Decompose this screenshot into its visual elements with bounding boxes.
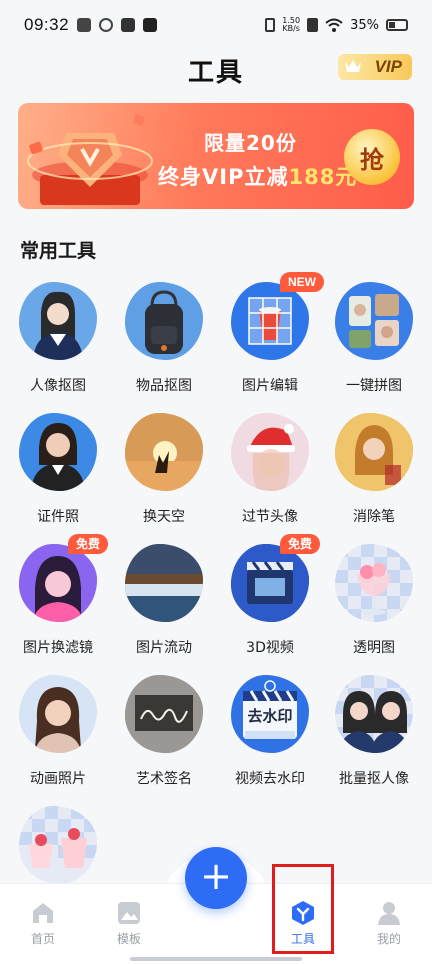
nav-home-label: 首页 bbox=[30, 932, 55, 946]
dessert-thumbnail bbox=[19, 806, 97, 884]
filter-thumbnail bbox=[19, 544, 97, 622]
tool-label: 动画照片 bbox=[30, 771, 86, 787]
tiktok-icon bbox=[143, 18, 158, 32]
tool-id-photo[interactable]: 证件照 bbox=[8, 413, 108, 533]
eraser-thumbnail bbox=[335, 413, 413, 491]
tool-label: 过节头像 bbox=[242, 509, 298, 525]
video-watermark-thumbnail: 去水印 bbox=[231, 675, 309, 753]
tool-art-signature[interactable]: 艺术签名 bbox=[114, 675, 214, 795]
image-flow-thumbnail bbox=[125, 544, 203, 622]
tool-image-flow[interactable]: 图片流动 bbox=[114, 544, 214, 664]
tool-label: 3D视频 bbox=[246, 640, 294, 656]
tool-label: 物品抠图 bbox=[136, 378, 192, 394]
vibrate-icon bbox=[265, 18, 276, 32]
nav-mine[interactable]: 我的 bbox=[354, 900, 424, 947]
3d-video-thumbnail bbox=[231, 544, 309, 622]
badge-free: 免费 bbox=[67, 534, 108, 554]
id-photo-thumbnail bbox=[19, 413, 97, 491]
transparent-image-thumbnail bbox=[335, 544, 413, 622]
sky-replace-thumbnail bbox=[125, 413, 203, 491]
nav-templates[interactable]: 模板 bbox=[94, 900, 164, 947]
tool-holiday-avatar[interactable]: 过节头像 bbox=[220, 413, 320, 533]
tool-filter[interactable]: 免费 图片换滤镜 bbox=[8, 534, 108, 664]
create-button[interactable]: + bbox=[185, 847, 247, 909]
badge-new: NEW bbox=[280, 272, 324, 292]
vip-button[interactable]: VIP bbox=[338, 54, 412, 80]
tool-label: 图片换滤镜 bbox=[23, 640, 93, 656]
section-title: 常用工具 bbox=[20, 240, 97, 262]
header: 工具 VIP bbox=[0, 50, 432, 90]
battery-icon bbox=[386, 19, 408, 31]
wifi-icon bbox=[325, 18, 343, 32]
tool-label: 图片编辑 bbox=[242, 378, 298, 394]
notification-icon bbox=[77, 18, 92, 32]
tool-label: 透明图 bbox=[353, 640, 395, 656]
badge-free: 免费 bbox=[279, 534, 320, 554]
tool-label: 证件照 bbox=[37, 509, 79, 525]
collage-thumbnail bbox=[335, 282, 413, 360]
net-speed-unit: KB/s bbox=[282, 24, 300, 33]
object-cutout-thumbnail bbox=[125, 282, 203, 360]
mail-icon bbox=[121, 18, 136, 32]
tool-collage[interactable]: 一键拼图 bbox=[324, 282, 424, 402]
net-speed: 1.50 KB/s bbox=[282, 17, 300, 33]
tool-label: 换天空 bbox=[143, 509, 185, 525]
sim-icon bbox=[307, 18, 319, 32]
gift-box-illustration bbox=[27, 114, 153, 205]
tool-portrait-cutout[interactable]: 人像抠图 bbox=[8, 282, 108, 402]
holiday-avatar-thumbnail bbox=[231, 413, 309, 491]
tool-label: 一键拼图 bbox=[346, 378, 402, 394]
banner-headline: 限量20份 bbox=[204, 131, 297, 155]
home-indicator[interactable] bbox=[130, 957, 302, 961]
watermark-text: 去水印 bbox=[247, 707, 293, 725]
vip-label: VIP bbox=[374, 57, 402, 76]
banner-subline: 终身VIP立减188元 bbox=[158, 161, 357, 191]
nav-mine-label: 我的 bbox=[376, 932, 401, 946]
grab-button[interactable]: 抢 bbox=[344, 129, 400, 185]
profile-icon bbox=[378, 902, 400, 925]
image-edit-thumbnail bbox=[231, 282, 309, 360]
template-icon bbox=[118, 902, 140, 924]
tool-label: 视频去水印 bbox=[235, 771, 305, 787]
tool-label: 艺术签名 bbox=[136, 771, 192, 787]
tool-transparent-image[interactable]: 透明图 bbox=[324, 544, 424, 664]
status-time: 09:32 bbox=[24, 15, 70, 34]
animated-photo-thumbnail bbox=[19, 675, 97, 753]
tool-image-edit[interactable]: NEW 图片编辑 bbox=[220, 272, 324, 402]
batch-portrait-thumbnail bbox=[335, 675, 413, 753]
tool-label: 消除笔 bbox=[353, 509, 395, 525]
crown-icon bbox=[345, 60, 361, 72]
tool-sky-replace[interactable]: 换天空 bbox=[114, 413, 214, 533]
tool-object-cutout[interactable]: 物品抠图 bbox=[114, 282, 214, 402]
battery-percent: 35% bbox=[350, 17, 379, 33]
nav-templates-label: 模板 bbox=[116, 932, 141, 946]
home-icon bbox=[33, 903, 53, 923]
status-bar: 09:32 1.50 KB/s 35% bbox=[0, 0, 432, 50]
link-icon bbox=[99, 18, 114, 32]
tool-label: 人像抠图 bbox=[30, 378, 86, 394]
tool-eraser[interactable]: 消除笔 bbox=[324, 413, 424, 533]
portrait-cutout-thumbnail bbox=[19, 282, 97, 360]
vip-promo-banner[interactable]: 限量20份 终身VIP立减188元 抢 bbox=[18, 103, 414, 209]
nav-home[interactable]: 首页 bbox=[8, 900, 78, 947]
tool-batch-portrait-cutout[interactable]: 批量抠人像 bbox=[324, 675, 424, 795]
tool-label: 批量抠人像 bbox=[339, 771, 409, 787]
tool-animated-photo[interactable]: 动画照片 bbox=[8, 675, 108, 795]
art-signature-thumbnail bbox=[125, 675, 203, 753]
tool-video-watermark-remove[interactable]: 去水印 视频去水印 bbox=[220, 675, 320, 795]
tool-label: 图片流动 bbox=[136, 640, 192, 656]
tools-highlight-box bbox=[272, 864, 334, 954]
tool-3d-video[interactable]: 免费 3D视频 bbox=[220, 534, 320, 664]
banner-subline-prefix: 终身VIP立减 bbox=[158, 165, 289, 189]
